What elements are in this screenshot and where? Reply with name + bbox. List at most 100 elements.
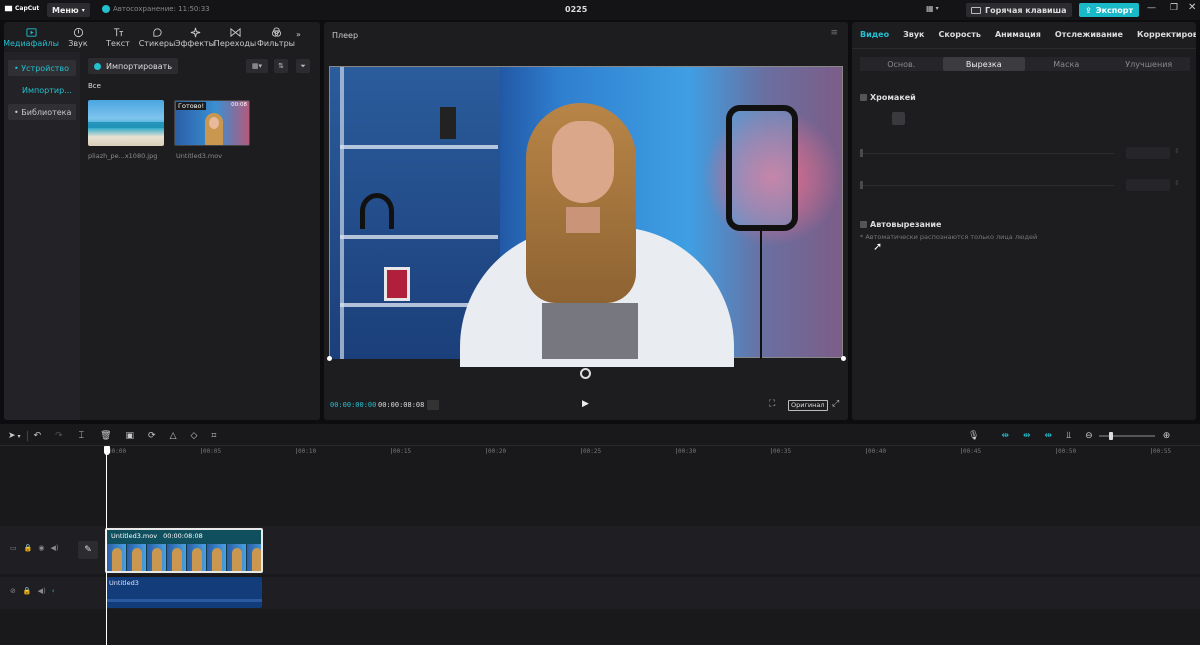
audio-icon (73, 27, 83, 37)
lock-icon[interactable]: 🔒 (24, 544, 33, 552)
tab-speed[interactable]: Скорость (938, 30, 980, 39)
sidebar-item-imported[interactable]: Импортир... (8, 82, 76, 98)
subtab-enhance[interactable]: Улучшения (1108, 57, 1191, 71)
linkage-icon[interactable]: ⇹ (1045, 431, 1053, 441)
zoom-slider-handle[interactable] (1108, 432, 1113, 440)
chroma-key-checkbox[interactable] (860, 94, 867, 101)
tab-video[interactable]: Видео (860, 30, 889, 39)
mute-icon[interactable]: ◀) (38, 587, 46, 595)
chevron-down-icon[interactable]: ▾ (18, 433, 21, 440)
tab-correction[interactable]: Корректировка (1137, 30, 1196, 39)
sidebar-item-device[interactable]: • Устройство (8, 60, 76, 76)
edit-cover-icon[interactable]: ✎ (78, 541, 98, 559)
fullscreen-icon[interactable]: ⤢ (832, 399, 839, 409)
crop-handle[interactable] (841, 356, 846, 361)
minimize-icon[interactable]: — (1147, 3, 1156, 13)
stepper-icon[interactable]: ⇕ (1174, 147, 1180, 155)
grid-icon: ▦▾ (251, 62, 263, 70)
shadow-value-field[interactable] (1126, 179, 1170, 191)
zoom-in-icon[interactable]: ⊕ (1163, 431, 1171, 441)
tab-sound[interactable]: Звук (903, 30, 924, 39)
rotate-handle-icon[interactable] (580, 368, 591, 379)
preview-axis-icon[interactable]: ⫫ (1066, 431, 1071, 441)
audio-clip[interactable]: Untitled3 (106, 577, 262, 608)
crop-handle[interactable] (327, 356, 332, 361)
undo-icon[interactable]: ↶ (34, 431, 42, 441)
filter-button[interactable]: ⏷ (296, 59, 310, 73)
auto-snap-icon[interactable]: ⇹ (1023, 431, 1031, 441)
menu-button[interactable]: Меню ▾ (47, 3, 90, 17)
media-thumbnail-beach[interactable] (88, 100, 164, 146)
tab-audio[interactable]: Звук (58, 27, 98, 48)
close-icon[interactable]: ✕ (1188, 2, 1196, 13)
mirror-icon[interactable]: △ (170, 431, 177, 441)
slider-handle[interactable] (860, 181, 863, 189)
main-track-magnet-icon[interactable]: ⇹ (1001, 431, 1009, 441)
tab-tracking[interactable]: Отслеживание (1055, 30, 1123, 39)
subtab-basic[interactable]: Основ. (860, 57, 943, 71)
chevron-down-icon: ▾ (935, 5, 939, 12)
tabs-more-icon[interactable]: » (296, 30, 301, 39)
crop-icon[interactable]: ⌗ (211, 431, 216, 441)
delete-icon[interactable]: 🗑 (100, 431, 111, 441)
sidebar-item-library[interactable]: • Библиотека (8, 104, 76, 120)
microphone-icon[interactable]: 🎙 (968, 431, 979, 441)
sort-button[interactable]: ⇅ (274, 59, 288, 73)
slider-handle[interactable] (860, 149, 863, 157)
playhead-handle[interactable] (104, 446, 110, 455)
tab-text[interactable]: Текст (98, 27, 138, 48)
maximize-icon[interactable]: ❐ (1170, 3, 1178, 13)
zoom-out-icon[interactable]: ⊖ (1085, 431, 1093, 441)
hotkey-label: Горячая клавиша (985, 5, 1067, 15)
shelf-post (340, 67, 344, 359)
track-cover-icon[interactable]: ▭ (10, 544, 17, 552)
freeze-icon[interactable]: ▣ (126, 431, 135, 441)
zoom-slider[interactable] (1098, 432, 1155, 440)
aspect-ratio-button[interactable]: Оригинал (788, 400, 828, 411)
tab-label: Фильтры (257, 38, 295, 48)
tab-animation[interactable]: Анимация (995, 30, 1041, 39)
stepper-icon[interactable]: ⇕ (1174, 179, 1180, 187)
playhead-line[interactable] (106, 452, 107, 645)
mute-icon[interactable]: ◀) (50, 544, 58, 552)
title-bar: CapCut Меню ▾ Автосохранение: 11:50:33 0… (0, 0, 1200, 20)
redo-icon[interactable]: ↷ (55, 431, 63, 441)
tab-transitions[interactable]: Переходы (214, 27, 256, 48)
layout-button[interactable]: ▦ ▾ (926, 4, 939, 13)
video-preview[interactable] (327, 66, 846, 367)
tab-stickers[interactable]: Стикеры (138, 27, 176, 48)
rotate-icon[interactable]: ◇ (190, 431, 197, 441)
shadow-slider[interactable] (860, 185, 1114, 186)
tab-filters[interactable]: Фильтры (256, 26, 296, 48)
video-clip[interactable]: Untitled3.mov 00:00:08:08 (105, 528, 263, 573)
media-thumbnail-video[interactable]: Готово! 00:08 (174, 100, 250, 146)
view-mode-button[interactable]: ▦▾ (246, 59, 268, 73)
lock-icon[interactable]: 🔒 (23, 587, 32, 595)
intensity-value-field[interactable] (1126, 147, 1170, 159)
eye-icon[interactable]: ◉ (38, 544, 44, 552)
tab-media[interactable]: Медиафайлы (4, 27, 59, 48)
frame-person (252, 548, 261, 571)
export-button[interactable]: ⇪ Экспорт (1079, 3, 1140, 17)
import-label: Импортировать (106, 61, 173, 71)
subtab-mask[interactable]: Маска (1025, 57, 1108, 71)
shelf-board (340, 145, 498, 149)
fit-view-icon[interactable]: ⛶ (769, 399, 775, 409)
media-tabs: Медиафайлы Звук Текст Стикеры Эффекты Пе… (4, 24, 301, 50)
import-button[interactable]: Импортировать (88, 58, 179, 74)
color-picker-swatch[interactable] (892, 112, 905, 125)
reverse-icon[interactable]: ⟳ (148, 431, 156, 441)
audio-more-icon[interactable]: ‹ (52, 587, 55, 595)
subtab-cutout[interactable]: Вырезка (942, 57, 1025, 71)
play-icon[interactable]: ▶ (582, 399, 589, 409)
select-tool-icon[interactable]: ➤ (8, 431, 16, 441)
ruler-tick: 00:50 (1055, 448, 1077, 455)
audio-wave-icon[interactable]: ⊘ (10, 587, 16, 595)
split-icon[interactable]: ⌶ (79, 431, 84, 441)
hotkey-button[interactable]: Горячая клавиша (966, 3, 1072, 17)
player-menu-icon[interactable]: ≡ (830, 28, 838, 38)
intensity-slider[interactable] (860, 153, 1114, 154)
timeline-ruler[interactable]: 00:00 00:05 00:10 00:15 00:20 00:25 00:3… (105, 448, 1200, 458)
auto-cutout-checkbox[interactable] (860, 221, 867, 228)
tab-effects[interactable]: Эффекты (175, 27, 215, 48)
